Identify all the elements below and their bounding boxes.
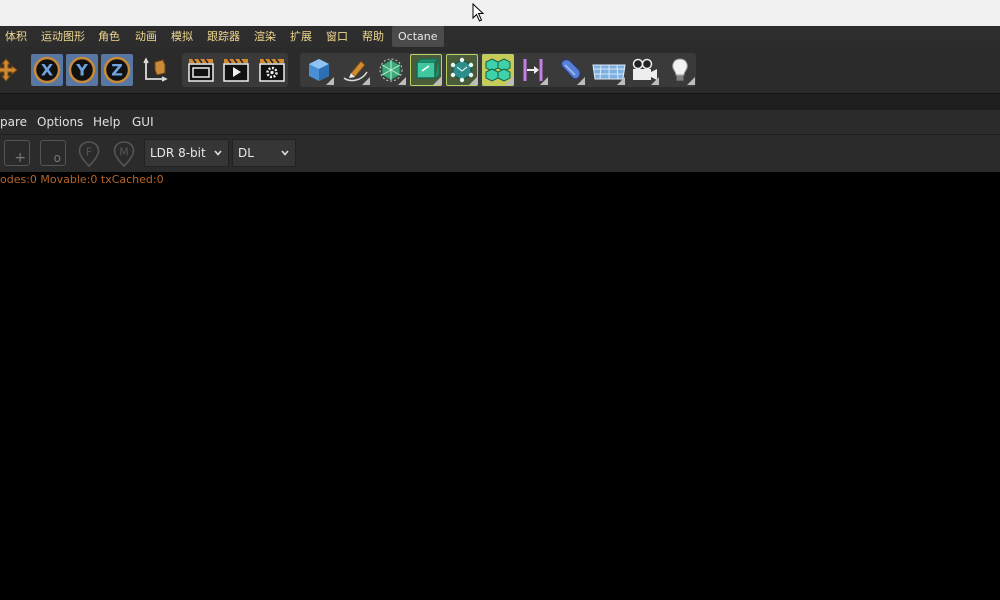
render-region-icon [188, 58, 214, 82]
viewer-status-text: odes:0 Movable:0 txCached:0 [0, 173, 164, 186]
light-button[interactable] [664, 54, 696, 86]
chevron-down-icon [281, 150, 289, 156]
cube-button[interactable] [303, 54, 335, 86]
menu-mograph[interactable]: 运动图形 [41, 26, 85, 47]
menu-simulate[interactable]: 模拟 [171, 26, 193, 47]
focus-pin-icon[interactable]: F [77, 140, 101, 168]
kernel-select[interactable]: DL [232, 139, 296, 167]
panel-separator [0, 93, 1000, 110]
menu-window[interactable]: 窗口 [326, 26, 348, 47]
octane-menu-gui[interactable]: GUI [132, 110, 154, 134]
color-depth-value: LDR 8-bit [150, 146, 206, 160]
floor-button[interactable] [592, 54, 626, 86]
main-menu-bar: 体积 运动图形 角色 动画 模拟 跟踪器 渲染 扩展 窗口 帮助 Octane [0, 26, 1000, 47]
plus-icon: + [14, 150, 26, 166]
x-axis-button[interactable]: X [31, 54, 63, 86]
z-axis-icon: Z [103, 56, 131, 84]
deformer-button[interactable] [517, 54, 549, 86]
z-axis-button[interactable]: Z [101, 54, 133, 86]
octane-viewer-toolbar: + o F M LDR 8-bit DL [0, 134, 1000, 172]
menu-render[interactable]: 渲染 [254, 26, 276, 47]
octane-menu-compare[interactable]: pare [0, 110, 27, 134]
svg-text:M: M [119, 146, 129, 159]
chevron-down-icon [214, 150, 222, 156]
material-pin-icon[interactable]: M [112, 140, 136, 168]
menu-help[interactable]: 帮助 [362, 26, 384, 47]
menu-tracker[interactable]: 跟踪器 [207, 26, 240, 47]
svg-text:X: X [41, 61, 54, 80]
menu-octane[interactable]: Octane [392, 26, 444, 47]
octane-viewer-menu-bar: pare Options Help GUI [0, 110, 1000, 134]
camera-button[interactable] [628, 54, 660, 86]
x-axis-icon: X [33, 56, 61, 84]
o-icon: o [53, 151, 61, 165]
subdivision-button[interactable] [375, 54, 407, 86]
svg-text:F: F [86, 146, 92, 159]
object-button[interactable]: o [40, 140, 66, 166]
coordinate-system-button[interactable] [139, 54, 171, 86]
mouse-pointer-icon [472, 3, 485, 22]
sweep-button[interactable] [554, 54, 586, 86]
main-toolbar: X Y Z [0, 47, 1000, 93]
fracture-button[interactable] [482, 54, 514, 86]
render-settings-button[interactable] [256, 54, 288, 86]
menu-extensions[interactable]: 扩展 [290, 26, 312, 47]
move-icon [0, 58, 18, 82]
svg-text:Y: Y [75, 61, 88, 80]
render-view-icon [223, 58, 249, 82]
extrude-button[interactable] [410, 54, 442, 86]
octane-menu-options[interactable]: Options [37, 110, 83, 134]
kernel-value: DL [238, 146, 254, 160]
move-tool-button[interactable] [0, 54, 22, 86]
menu-volume[interactable]: 体积 [5, 26, 27, 47]
add-button[interactable]: + [4, 140, 30, 166]
menu-character[interactable]: 角色 [98, 26, 120, 47]
menu-animation[interactable]: 动画 [135, 26, 157, 47]
octane-menu-help[interactable]: Help [93, 110, 120, 134]
y-axis-icon: Y [68, 56, 96, 84]
svg-text:Z: Z [111, 61, 123, 80]
coordinate-system-icon [143, 57, 168, 82]
render-region-button[interactable] [185, 54, 217, 86]
color-depth-select[interactable]: LDR 8-bit [144, 139, 229, 167]
render-settings-icon [259, 58, 285, 82]
cloner-button[interactable] [446, 54, 478, 86]
render-view-button[interactable] [220, 54, 252, 86]
pen-spline-button[interactable] [339, 54, 371, 86]
y-axis-button[interactable]: Y [66, 54, 98, 86]
window-title-strip [0, 0, 1000, 26]
